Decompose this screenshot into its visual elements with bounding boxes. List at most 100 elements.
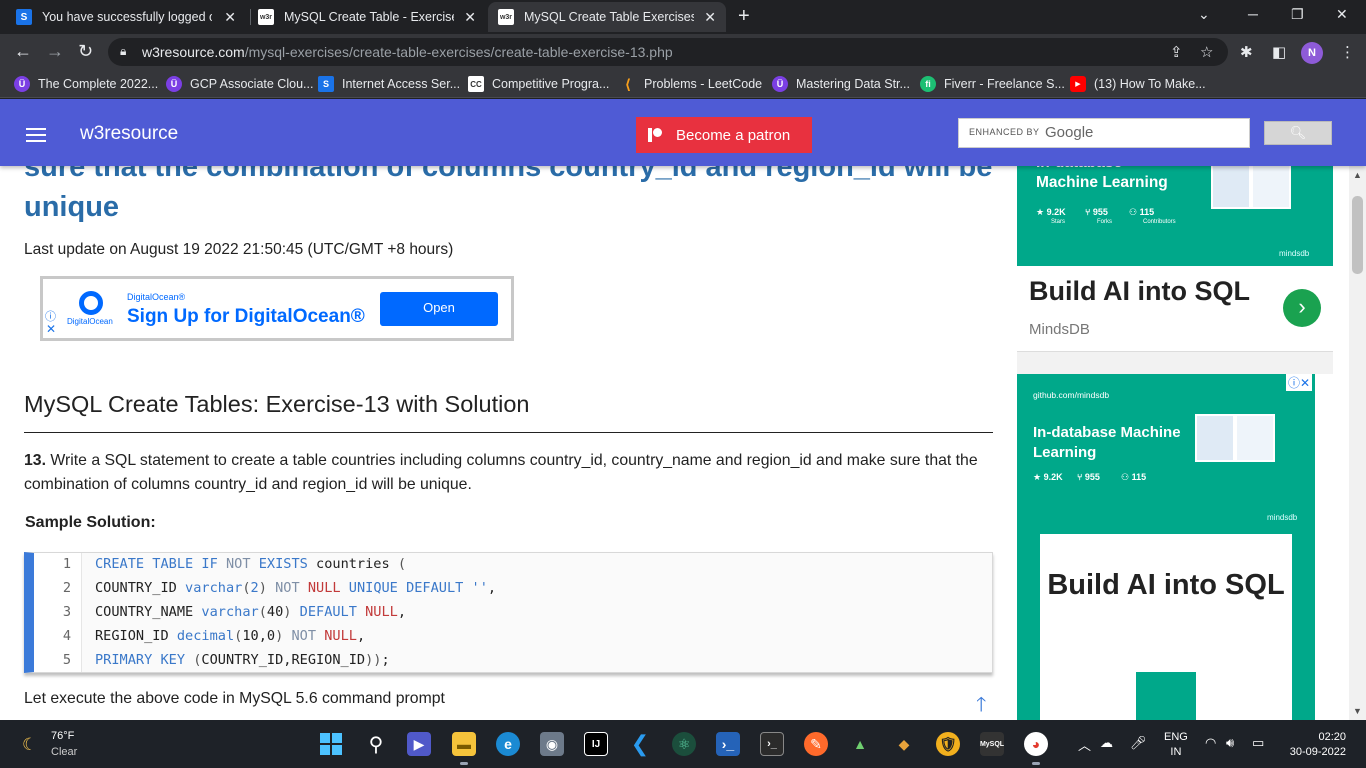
- moon-icon: ☾: [22, 735, 38, 754]
- bookmark-item[interactable]: S Internet Access Ser...: [318, 76, 460, 92]
- bookmark-item[interactable]: Ü GCP Associate Clou...: [166, 76, 313, 92]
- powershell-icon[interactable]: ›_: [716, 732, 740, 756]
- intellij-icon[interactable]: IJ: [584, 732, 608, 756]
- search-input[interactable]: ENHANCED BY Google: [958, 118, 1250, 148]
- w3r-favicon-icon: w3r: [258, 9, 274, 25]
- extensions-icon[interactable]: ✱: [1240, 43, 1253, 61]
- cc-icon: CC: [468, 76, 484, 92]
- page-scrollbar[interactable]: ▲ ▼: [1349, 166, 1366, 720]
- code-block[interactable]: 1 2 3 4 5 CREATE TABLE IF NOT EXISTS cou…: [24, 552, 993, 673]
- close-tab-icon[interactable]: ✕: [224, 9, 236, 26]
- forks-stat: ⑂ 955: [1085, 207, 1108, 217]
- github-link[interactable]: github.com/mindsdb: [1033, 390, 1109, 400]
- ad-card-brand: MindsDB: [1029, 321, 1090, 338]
- site-brand[interactable]: w3resource: [80, 123, 178, 145]
- code-line: COUNTRY_ID varchar(2) NOT NULL UNIQUE DE…: [95, 580, 497, 596]
- address-bar[interactable]: 🔒︎ w3resource.com/mysql-exercises/create…: [108, 38, 1228, 66]
- file-explorer-icon[interactable]: ▬: [452, 732, 476, 765]
- reload-icon[interactable]: ↻: [78, 41, 93, 62]
- android-studio-icon[interactable]: ▲: [848, 732, 872, 756]
- share-icon[interactable]: ⇪: [1170, 43, 1183, 61]
- back-icon[interactable]: ←: [14, 41, 32, 62]
- menu-kebab-icon[interactable]: ⋮: [1340, 43, 1355, 61]
- lock-icon[interactable]: 🔒︎: [120, 44, 126, 59]
- terminal-icon[interactable]: ›_: [760, 732, 784, 756]
- bookmarks-bar: Ü The Complete 2022... Ü GCP Associate Clo…: [0, 70, 1366, 98]
- s-icon: S: [318, 76, 334, 92]
- atom-icon[interactable]: ⚛: [672, 732, 696, 756]
- code-line: REGION_ID decimal(10,0) NOT NULL,: [95, 628, 366, 644]
- mysql-workbench-icon[interactable]: MySQL: [980, 732, 1004, 756]
- bookmark-item[interactable]: ▶ (13) How To Make...: [1070, 76, 1206, 92]
- cloud-icon[interactable]: ☁: [1100, 735, 1113, 751]
- ad-open-button[interactable]: Open: [380, 292, 498, 326]
- minimize-icon[interactable]: ─: [1248, 6, 1258, 22]
- side-panel-icon[interactable]: ◧: [1272, 43, 1286, 61]
- scrollbar-thumb[interactable]: [1352, 196, 1363, 274]
- digitalocean-ad[interactable]: ⓘ ✕ DigitalOcean DigitalOcean® Sign Up f…: [40, 276, 514, 341]
- volume-icon[interactable]: 🔊︎: [1226, 735, 1234, 751]
- forward-icon[interactable]: →: [46, 41, 64, 62]
- vscode-icon[interactable]: ❮: [628, 731, 652, 756]
- close-tab-icon[interactable]: ✕: [464, 9, 476, 26]
- language-indicator[interactable]: ENG IN: [1164, 730, 1188, 760]
- scroll-top-arrow-icon[interactable]: 🡑: [976, 690, 986, 720]
- code-line: PRIMARY KEY (COUNTRY_ID,REGION_ID));: [95, 652, 390, 668]
- mindsdb-ad-card[interactable]: Build AI into SQL MindsDB ›: [1017, 266, 1333, 352]
- ad-close-icon[interactable]: ✕: [46, 322, 56, 336]
- mindsdb-ad-bottom[interactable]: github.com/mindsdb In-database Machine L…: [1017, 374, 1315, 720]
- become-patron-button[interactable]: Become a patron: [636, 117, 812, 153]
- ad-go-arrow-icon[interactable]: ›: [1283, 289, 1321, 327]
- scroll-down-icon[interactable]: ▼: [1353, 706, 1362, 716]
- postman-icon[interactable]: ✎: [804, 732, 828, 756]
- ad-inner-title: Build AI into SQL: [1047, 569, 1285, 601]
- bookmark-star-icon[interactable]: ☆: [1200, 43, 1213, 61]
- brave-icon[interactable]: 🛡︎: [936, 732, 960, 756]
- ad-card-title: Build AI into SQL: [1029, 276, 1250, 306]
- ad-inner-card[interactable]: Build AI into SQL: [1040, 534, 1292, 720]
- bookmark-item[interactable]: Ü The Complete 2022...: [14, 76, 158, 92]
- bookmark-item[interactable]: fi Fiverr - Freelance S...: [920, 76, 1065, 92]
- adchoices-icon[interactable]: ⓘ✕: [1286, 374, 1313, 391]
- mindsdb-ad-top[interactable]: In-database Machine Learning ★ 9.2K ⑂ 95…: [1017, 149, 1333, 266]
- tab-search-chevron-icon[interactable]: ⌄: [1198, 6, 1210, 23]
- search-button[interactable]: 🔍︎: [1264, 121, 1332, 145]
- browser-toolbar: ← → ↻ 🔒︎ w3resource.com/mysql-exercises/…: [0, 34, 1366, 70]
- tray-chevron-icon[interactable]: ︿: [1078, 735, 1091, 754]
- udemy-icon: Ü: [14, 76, 30, 92]
- ad-headline[interactable]: Sign Up for DigitalOcean®: [127, 306, 365, 328]
- close-window-icon[interactable]: ✕: [1336, 6, 1348, 23]
- search-icon[interactable]: ⚲: [364, 732, 388, 756]
- database-cube-icon: [1191, 400, 1279, 488]
- scroll-up-icon[interactable]: ▲: [1353, 170, 1362, 180]
- ad-sponsor: DigitalOcean®: [127, 292, 186, 302]
- battery-icon[interactable]: ▭: [1252, 735, 1264, 751]
- wifi-icon[interactable]: ◠: [1205, 735, 1216, 751]
- tab-mysql-exercises[interactable]: w3r MySQL Create Table - Exercises, P ✕: [248, 2, 486, 32]
- bookmark-item[interactable]: Ü Mastering Data Str...: [772, 76, 910, 92]
- last-updated: Last update on August 19 2022 21:50:45 (…: [24, 241, 454, 258]
- microphone-icon[interactable]: 🎤︎: [1130, 735, 1147, 751]
- clock[interactable]: 02:20 30-09-2022: [1284, 730, 1346, 760]
- camera-icon[interactable]: ◉: [540, 732, 564, 756]
- close-tab-icon[interactable]: ✕: [704, 9, 716, 26]
- teams-icon[interactable]: ▶: [407, 732, 431, 756]
- tab-logged-on[interactable]: S You have successfully logged on. ✕: [6, 2, 246, 32]
- tab-title: MySQL Create Table - Exercises, P: [284, 10, 454, 24]
- line-number-gutter: 1 2 3 4 5: [34, 553, 82, 672]
- chrome-icon[interactable]: ◕: [1024, 732, 1048, 765]
- git-icon[interactable]: ◆: [892, 732, 916, 756]
- bookmark-item[interactable]: CC Competitive Progra...: [468, 76, 609, 92]
- ad-title: In-database Machine Learning: [1033, 424, 1181, 461]
- stars-stat: ★ 9.2K: [1036, 207, 1066, 217]
- tab-active-exercise[interactable]: w3r MySQL Create Table Exercises: Cr ✕: [488, 2, 726, 32]
- profile-avatar[interactable]: N: [1301, 42, 1323, 64]
- bookmark-item[interactable]: ⟨ Problems - LeetCode: [620, 76, 762, 92]
- sample-solution-label: Sample Solution:: [25, 514, 156, 531]
- restore-icon[interactable]: ❐: [1291, 6, 1304, 23]
- edge-icon[interactable]: e: [496, 732, 520, 756]
- new-tab-icon[interactable]: +: [738, 5, 750, 28]
- article-content: sure that the combination of columns cou…: [0, 99, 1002, 720]
- start-icon[interactable]: [319, 732, 343, 756]
- hamburger-menu-icon[interactable]: [26, 128, 46, 142]
